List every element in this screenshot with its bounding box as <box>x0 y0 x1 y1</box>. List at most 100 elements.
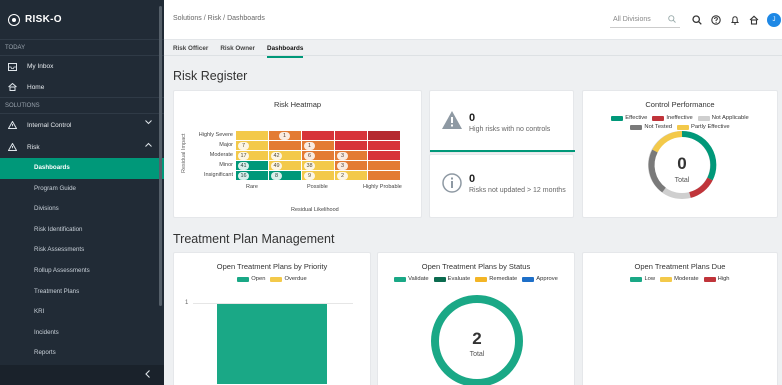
heatmap-cell[interactable] <box>302 131 334 140</box>
division-select[interactable]: All Divisions <box>610 12 680 28</box>
plans-by-status-title: Open Treatment Plans by Status <box>421 262 531 271</box>
heatmap-cell[interactable]: 2 <box>335 171 367 180</box>
warning-icon <box>7 120 17 130</box>
sidebar-scrollbar[interactable] <box>159 6 162 306</box>
tab-divider <box>164 55 782 56</box>
legend-swatch <box>270 276 283 282</box>
sidebar-item-treatment-plans[interactable]: Treatment Plans <box>0 282 164 303</box>
heatmap-cell[interactable]: 38 <box>302 161 334 170</box>
control-performance-legend: Effective Ineffective Not Applicable Not… <box>583 115 777 130</box>
sidebar-item-label: Internal Control <box>27 121 72 129</box>
heatmap-count: 1 <box>304 141 315 150</box>
heatmap-cell[interactable]: 8 <box>269 171 301 180</box>
heatmap-count: 42 <box>271 151 282 160</box>
heatmap-cell[interactable]: 42 <box>269 151 301 160</box>
heatmap-count: 1 <box>279 131 290 140</box>
legend-item[interactable]: Remediate <box>475 276 517 282</box>
heatmap-cell[interactable]: 17 <box>236 151 268 160</box>
legend-item[interactable]: Approve <box>522 276 558 282</box>
legend-item[interactable]: Effective <box>611 115 647 121</box>
heatmap-row-label: Highly Severe <box>198 132 233 138</box>
heatmap-cell[interactable] <box>368 171 400 180</box>
help-icon[interactable] <box>710 14 722 26</box>
legend-swatch <box>433 276 446 282</box>
sidebar-item-kri[interactable]: KRI <box>0 302 164 323</box>
logo[interactable]: RISK-O <box>0 0 164 40</box>
sidebar-item-program-guide[interactable]: Program Guide <box>0 179 164 200</box>
legend-label: Not Applicable <box>711 115 749 121</box>
sidebar-item-label: My Inbox <box>27 63 54 70</box>
legend-item[interactable]: Evaluate <box>433 276 470 282</box>
home-icon[interactable] <box>748 14 760 26</box>
legend-swatch <box>660 276 673 282</box>
avatar[interactable]: J <box>767 13 781 27</box>
chevron-left-icon <box>145 370 150 380</box>
heatmap-cell[interactable]: 7 <box>236 141 268 150</box>
heatmap-cell[interactable] <box>269 141 301 150</box>
home-icon <box>7 82 17 92</box>
sidebar-item-label: Risk <box>27 143 40 151</box>
sidebar-item-risk-assessments[interactable]: Risk Assessments <box>0 240 164 261</box>
sidebar-item-risk[interactable]: Risk <box>0 136 164 158</box>
heatmap-cell[interactable]: 3 <box>335 151 367 160</box>
risk-register-title: Risk Register <box>173 69 248 83</box>
legend-item[interactable]: High <box>703 276 730 282</box>
heatmap-row-label: Minor <box>219 162 233 168</box>
control-performance-card: Control Performance Effective Ineffectiv… <box>582 90 778 218</box>
heatmap-cell[interactable]: 1 <box>302 141 334 150</box>
sidebar-item-dashboards[interactable]: Dashboards <box>0 158 164 179</box>
legend-label: Remediate <box>489 276 518 282</box>
legend-item[interactable]: Low <box>630 276 655 282</box>
kpi-no-controls-card[interactable]: 0 High risks with no controls <box>429 90 575 153</box>
legend-swatch <box>630 124 643 130</box>
kpi-accent-bar <box>430 150 575 152</box>
collapse-sidebar-button[interactable] <box>0 365 164 385</box>
search-icon[interactable] <box>691 14 703 26</box>
heatmap-cell[interactable] <box>368 131 400 140</box>
legend-label: Validate <box>408 276 429 282</box>
legend-label: Low <box>644 276 656 282</box>
heatmap-cell[interactable]: 49 <box>269 161 301 170</box>
heatmap-cell[interactable]: 41 <box>236 161 268 170</box>
heatmap-cell[interactable]: 9 <box>302 171 334 180</box>
donut-total-label: Total <box>674 177 690 184</box>
legend-label: Moderate <box>674 276 699 282</box>
legend-item[interactable]: Not Applicable <box>697 115 749 121</box>
heatmap-count: 6 <box>304 151 315 160</box>
sidebar: RISK-O TODAY My Inbox Home SOLUTIONS Int… <box>0 0 164 385</box>
heatmap-cell[interactable] <box>368 161 400 170</box>
legend-item[interactable]: Overdue <box>270 276 307 282</box>
sidebar-item-rollup-assessments[interactable]: Rollup Assessments <box>0 261 164 282</box>
legend-item[interactable]: Ineffective <box>652 115 693 121</box>
legend-item[interactable]: Moderate <box>660 276 699 282</box>
heatmap-cell[interactable]: 3 <box>335 161 367 170</box>
heatmap-cell[interactable] <box>368 141 400 150</box>
legend-label: Ineffective <box>666 115 693 121</box>
sidebar-item-incidents[interactable]: Incidents <box>0 323 164 344</box>
heatmap-cell[interactable]: 1 <box>269 131 301 140</box>
legend-item[interactable]: Open <box>237 276 265 282</box>
breadcrumb: Solutions / Risk / Dashboards <box>173 15 265 22</box>
heatmap-cell[interactable]: 16 <box>236 171 268 180</box>
sidebar-item-reports[interactable]: Reports <box>0 343 164 364</box>
bar-open[interactable] <box>217 304 327 384</box>
sidebar-item-home[interactable]: Home <box>0 77 164 98</box>
legend-item[interactable]: Validate <box>394 276 429 282</box>
heatmap-cell[interactable] <box>236 131 268 140</box>
plans-by-priority-card: Open Treatment Plans by Priority Open Ov… <box>173 252 371 385</box>
plans-by-priority-legend: Open Overdue <box>174 276 370 282</box>
heatmap-cell[interactable] <box>368 151 400 160</box>
sidebar-item-divisions[interactable]: Divisions <box>0 199 164 220</box>
sidebar-item-internal-control[interactable]: Internal Control <box>0 114 164 136</box>
heatmap-cell[interactable] <box>335 131 367 140</box>
kpi-not-updated-card[interactable]: 0 Risks not updated > 12 months <box>429 154 574 218</box>
sidebar-item-risk-identification[interactable]: Risk Identification <box>0 220 164 241</box>
warning-icon <box>7 142 17 152</box>
donut-partly-effective[interactable] <box>652 131 683 153</box>
heatmap-cell[interactable] <box>335 141 367 150</box>
heatmap-cell[interactable]: 6 <box>302 151 334 160</box>
heatmap-count: 16 <box>238 171 249 180</box>
heatmap-x-tick: Highly Probable <box>363 184 402 190</box>
sidebar-item-inbox[interactable]: My Inbox <box>0 56 164 77</box>
bell-icon[interactable] <box>729 14 741 26</box>
